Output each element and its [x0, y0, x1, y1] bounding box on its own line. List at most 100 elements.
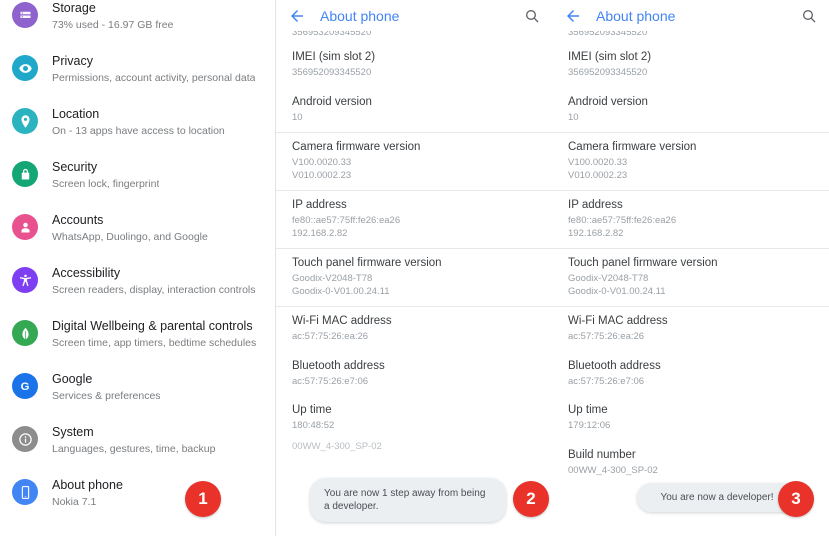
- svg-text:G: G: [21, 381, 30, 393]
- arrow-back-icon[interactable]: [564, 7, 582, 25]
- settings-row-title: About phone: [52, 478, 123, 492]
- settings-row[interactable]: Storage 73% used - 16.97 GB free: [0, 0, 275, 53]
- about-item[interactable]: Wi-Fi MAC address ac:57:75:26:ea:26: [552, 306, 829, 352]
- about-item[interactable]: Up time 179:12:06: [552, 396, 829, 441]
- about-item[interactable]: Bluetooth address ac:57:75:26:e7:06: [276, 352, 552, 397]
- clipped-top-value-step3: 356952093345520: [568, 31, 648, 38]
- phone-icon: [12, 479, 38, 505]
- about-item-label: Touch panel firmware version: [568, 257, 718, 269]
- settings-row-title: Location: [52, 107, 100, 121]
- android-settings-list: Storage 73% used - 16.97 GB free Privacy Pe…: [0, 0, 275, 536]
- about-item-value: Goodix-0-V01.00.24.11: [568, 285, 666, 297]
- about-item-value: 180:48:52: [292, 420, 335, 431]
- settings-row-text: Storage 73% used - 16.97 GB free: [52, 0, 173, 32]
- about-item[interactable]: Touch panel firmware version Goodix-V2048…: [276, 248, 552, 306]
- settings-row-subtitle: Screen readers, display, interaction con…: [52, 284, 256, 296]
- about-item[interactable]: IP addressfe80::ae57:75ff:fe26:ea26 192.1…: [552, 190, 829, 248]
- location-pin-icon: [12, 108, 38, 134]
- settings-row-title: Privacy: [52, 54, 93, 68]
- accessibility-icon: [12, 267, 38, 293]
- about-item-value: 192.168.2.82: [292, 227, 348, 239]
- settings-row[interactable]: About phone Nokia 7.1: [0, 477, 275, 530]
- about-item-value: 356952093345520: [292, 67, 372, 78]
- about-item-label: Android version: [568, 95, 648, 108]
- settings-row-text: System Languages, gestures, time, backup: [52, 424, 215, 456]
- about-item[interactable]: Up time 180:48:52: [276, 396, 552, 441]
- settings-row[interactable]: G Google Services & preferences: [0, 371, 275, 424]
- about-item[interactable]: IMEI (sim slot 2) 356952093345520: [276, 43, 552, 88]
- settings-row-title: Google: [52, 372, 93, 386]
- settings-row-title: Security: [52, 160, 98, 174]
- about-item-value: ac:57:75:26:ea:26: [292, 331, 369, 342]
- about-item-value: fe80::ae57:75ff:fe26:ea26: [568, 215, 677, 226]
- about-item[interactable]: Android version 10: [552, 88, 829, 133]
- about-header-step2: About phone: [276, 0, 552, 31]
- settings-row[interactable]: Security Screen lock, fingerprint: [0, 159, 275, 212]
- settings-row-subtitle: Screen lock, fingerprint: [52, 178, 160, 190]
- about-item[interactable]: IMEI (sim slot 2) 356952093345520: [552, 43, 829, 88]
- settings-row-subtitle: WhatsApp, Duolingo, and Google: [52, 231, 208, 243]
- settings-row[interactable]: System Languages, gestures, time, backup: [0, 424, 275, 477]
- about-item-value: Goodix-V2048-T78: [292, 273, 373, 284]
- about-item-value: ac:57:75:26:e7:06: [292, 375, 369, 387]
- about-item[interactable]: Camera firmware version V100.0020.33 V010.…: [276, 132, 552, 190]
- toast-step3: You are now a developer!: [637, 483, 797, 512]
- settings-row-text: Location On - 13 apps have access to loca…: [52, 106, 225, 138]
- about-page-title: About phone: [596, 7, 676, 24]
- screenshot-root: Storage 73% used - 16.97 GB free Privacy Pe…: [0, 0, 829, 536]
- settings-row[interactable]: Accounts WhatsApp, Duolingo, and Google: [0, 212, 275, 265]
- about-item-value: V010.0002.23: [568, 169, 628, 181]
- about-item[interactable]: Touch panel firmware version Goodix-V2048…: [552, 248, 829, 306]
- step-badge-3: 3: [778, 481, 814, 517]
- about-item[interactable]: IP address fe80::ae57:75ff:fe26:ea26 192.1…: [276, 190, 552, 248]
- about-item-label: Build number: [568, 448, 636, 461]
- clipped-top-value-step2: 356953209345520: [292, 31, 372, 38]
- about-item-label: Touch panel firmware version: [292, 257, 442, 269]
- arrow-back-icon[interactable]: [288, 7, 306, 25]
- about-item-label: IMEI (sim slot 2): [292, 51, 376, 63]
- about-item-label: Wi-Fi MAC address: [568, 315, 668, 327]
- about-item-label: Camera firmware version: [568, 141, 697, 153]
- settings-row-subtitle: Languages, gestures, time, backup: [52, 443, 216, 455]
- about-item-value: 192.168.2.82: [568, 227, 624, 239]
- about-item-label: IP address: [292, 199, 347, 211]
- about-header-step3: About phone: [552, 0, 829, 31]
- settings-row[interactable]: Location On - 13 apps have access to loca…: [0, 106, 275, 159]
- system-info-icon: [12, 426, 38, 452]
- about-item-value: Goodix-V2048-T78: [568, 273, 649, 284]
- about-item[interactable]: Build number 00WW_4-300_SP-02: [552, 441, 829, 486]
- settings-row-title: Accessibility: [52, 266, 121, 280]
- about-item-label: Android version: [292, 95, 372, 108]
- storage-icon: [12, 2, 38, 28]
- about-item-value: Goodix-0-V01.00.24.11: [292, 285, 390, 297]
- about-item-value: V100.0020.33: [568, 157, 628, 168]
- about-item-value: 00WW_4-300_SP-02: [568, 464, 658, 476]
- step-badge-2: 2: [513, 481, 549, 517]
- about-item-value: ac:57:75:26:e7:06: [568, 375, 645, 387]
- about-item[interactable]: Bluetooth address ac:57:75:26:e7:06: [552, 352, 829, 397]
- about-item-label: Bluetooth address: [568, 359, 661, 372]
- settings-row[interactable]: Digital Wellbeing & parental controls Scr…: [0, 318, 275, 371]
- about-item-value: V010.0002.23: [292, 169, 352, 181]
- about-item[interactable]: Wi-Fi MAC address ac:57:75:26:ea:26: [276, 306, 552, 352]
- toast-step2: You are now 1 step away from being a dev…: [310, 478, 506, 522]
- settings-row-subtitle: Nokia 7.1: [52, 496, 97, 508]
- search-icon[interactable]: [524, 8, 540, 24]
- settings-row[interactable]: Privacy Permissions, account activity, pe…: [0, 53, 275, 106]
- settings-row-text: Accessibility Screen readers, display, in…: [52, 265, 256, 297]
- about-item[interactable]: Camera firmware version V100.0020.33 V010.…: [552, 132, 829, 190]
- settings-row-text: Privacy Permissions, account activity, pe…: [52, 53, 255, 85]
- about-phone-screen-step3: About phone 356952093345520 IMEI (sim sl…: [552, 0, 829, 536]
- about-item[interactable]: Android version 10: [276, 88, 552, 133]
- settings-row-title: Accounts: [52, 213, 104, 227]
- about-item-label: Up time: [568, 404, 608, 416]
- about-item-value: V100.0020.33: [292, 157, 352, 168]
- settings-row-subtitle: Services & preferences: [52, 390, 161, 402]
- about-item-label: Wi-Fi MAC address: [292, 315, 392, 327]
- settings-row-subtitle: On - 13 apps have access to location: [52, 125, 225, 137]
- accounts-person-icon: [12, 214, 38, 240]
- settings-row-subtitle: 73% used - 16.97 GB free: [52, 19, 174, 31]
- search-icon[interactable]: [801, 8, 817, 24]
- about-item-label: IP address: [568, 199, 623, 211]
- settings-row[interactable]: Accessibility Screen readers, display, in…: [0, 265, 275, 318]
